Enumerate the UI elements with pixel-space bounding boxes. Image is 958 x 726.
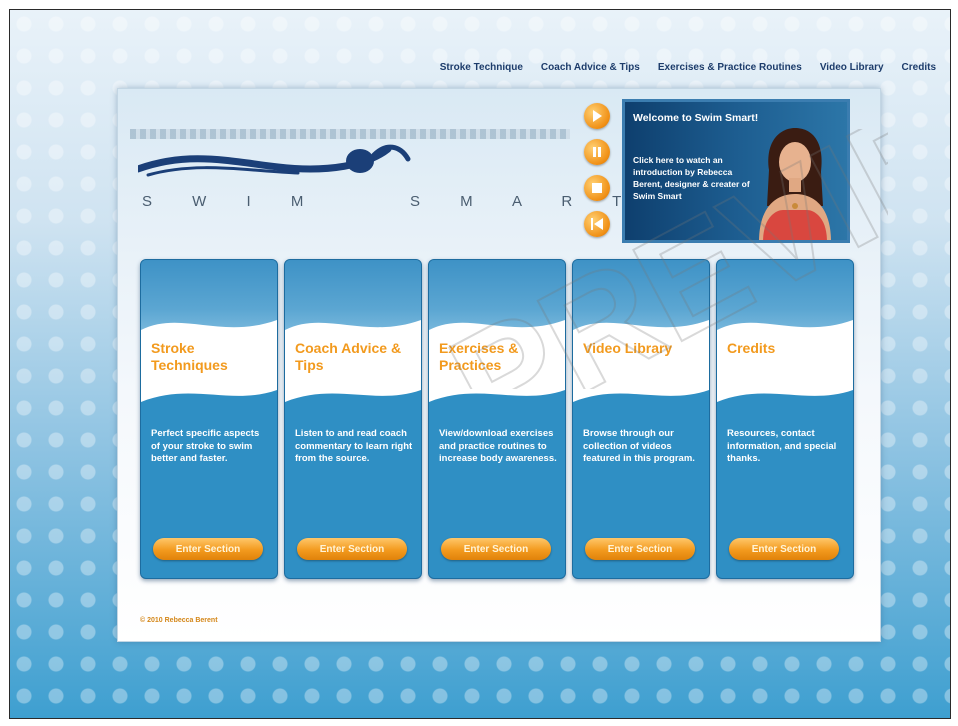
video-description: Click here to watch an introduction by R… bbox=[633, 155, 750, 201]
enter-section-button[interactable]: Enter Section bbox=[153, 538, 263, 560]
card-description: Perfect specific aspects of your stroke … bbox=[151, 428, 260, 464]
card-credits: Credits Resources, contact information, … bbox=[716, 259, 854, 579]
pause-icon[interactable] bbox=[584, 139, 610, 165]
top-navigation: Stroke Technique Coach Advice & Tips Exe… bbox=[440, 62, 936, 73]
card-description: View/download exercises and practice rou… bbox=[439, 428, 557, 464]
video-title: Welcome to Swim Smart! bbox=[633, 112, 759, 124]
enter-section-button[interactable]: Enter Section bbox=[729, 538, 839, 560]
card-wave-decoration bbox=[573, 320, 709, 402]
card-exercises-practices: Exercises & Practices View/download exer… bbox=[428, 259, 566, 579]
card-description: Resources, contact information, and spec… bbox=[727, 428, 837, 464]
video-controls bbox=[584, 103, 610, 247]
card-title: Coach Advice & Tips bbox=[295, 340, 402, 373]
card-video-library: Video Library Browse through our collect… bbox=[572, 259, 710, 579]
rewind-icon[interactable] bbox=[584, 211, 610, 237]
card-description: Browse through our collection of videos … bbox=[583, 428, 695, 464]
page-frame: Stroke Technique Coach Advice & Tips Exe… bbox=[9, 9, 951, 719]
stop-icon[interactable] bbox=[584, 175, 610, 201]
nav-video-library[interactable]: Video Library bbox=[820, 62, 884, 73]
enter-section-button[interactable]: Enter Section bbox=[585, 538, 695, 560]
card-title: Credits bbox=[727, 340, 776, 356]
nav-stroke-technique[interactable]: Stroke Technique bbox=[440, 62, 523, 73]
card-title: Video Library bbox=[583, 340, 673, 356]
copyright-text: © 2010 Rebecca Berent bbox=[140, 617, 218, 624]
nav-exercises[interactable]: Exercises & Practice Routines bbox=[658, 62, 802, 73]
card-wave-decoration bbox=[717, 320, 853, 402]
card-coach-advice: Coach Advice & Tips Listen to and read c… bbox=[284, 259, 422, 579]
card-title: Stroke Techniques bbox=[151, 340, 228, 373]
logo-text: S W I M S M A R T bbox=[142, 193, 640, 210]
main-panel: S W I M S M A R T Welcome to Swim Smart!… bbox=[117, 88, 888, 642]
presenter-photo bbox=[759, 128, 831, 240]
play-icon[interactable] bbox=[584, 103, 610, 129]
intro-video[interactable]: Welcome to Swim Smart! Click here to wat… bbox=[622, 99, 850, 243]
enter-section-button[interactable]: Enter Section bbox=[297, 538, 407, 560]
card-stroke-techniques: Stroke Techniques Perfect specific aspec… bbox=[140, 259, 278, 579]
card-description: Listen to and read coach commentary to l… bbox=[295, 428, 413, 464]
nav-coach-advice[interactable]: Coach Advice & Tips bbox=[541, 62, 640, 73]
swim-smart-logo-wave bbox=[138, 144, 411, 177]
enter-section-button[interactable]: Enter Section bbox=[441, 538, 551, 560]
card-title: Exercises & Practices bbox=[439, 340, 519, 373]
nav-credits[interactable]: Credits bbox=[902, 62, 936, 73]
